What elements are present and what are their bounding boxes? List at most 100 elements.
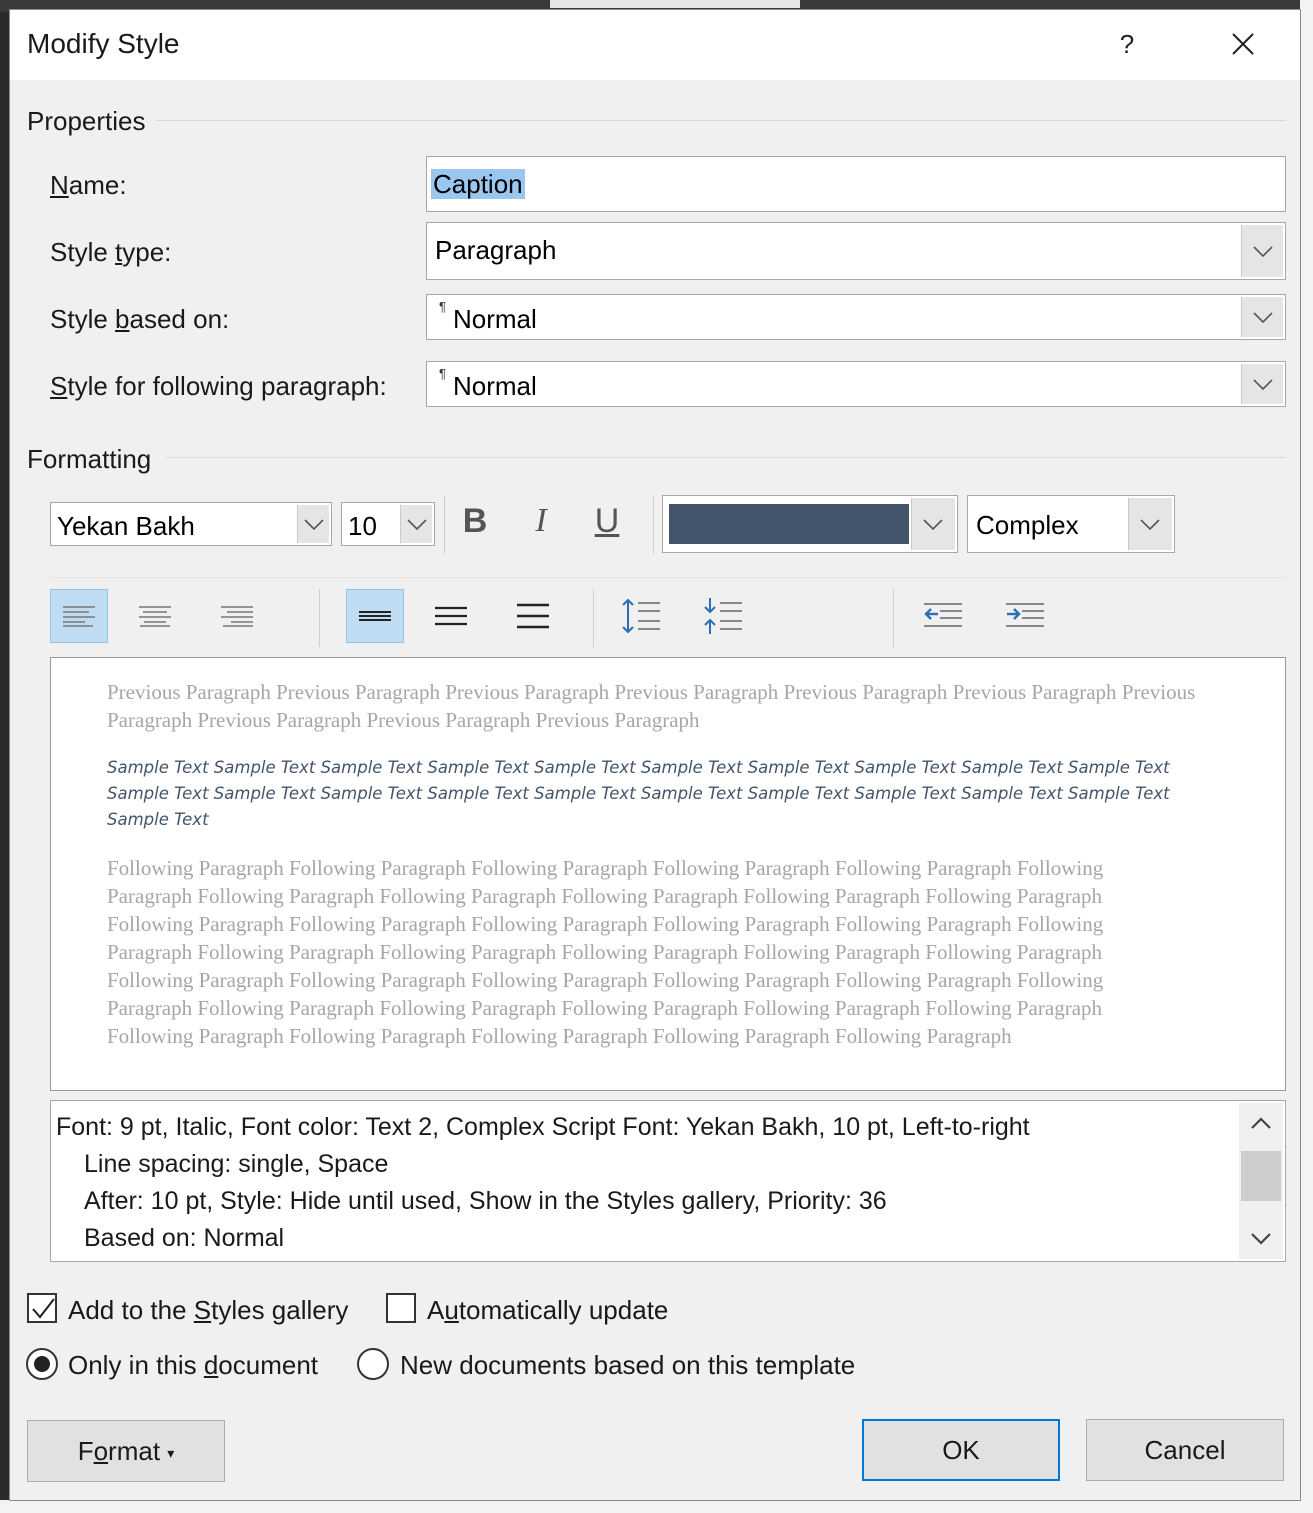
format-menu-button[interactable]: Format ▾ bbox=[27, 1420, 225, 1482]
description-line: Font: 9 pt, Italic, Font color: Text 2, … bbox=[56, 1113, 1030, 1141]
align-right-button[interactable] bbox=[208, 589, 266, 643]
style-preview-pane: Previous Paragraph Previous Paragraph Pr… bbox=[50, 657, 1286, 1091]
close-button[interactable] bbox=[1219, 22, 1267, 66]
style-type-value: Paragraph bbox=[435, 235, 557, 265]
style-based-on-dropdown-button[interactable] bbox=[1241, 297, 1283, 337]
description-line: Line spacing: single, Space bbox=[84, 1150, 389, 1178]
auto-update-checkbox[interactable] bbox=[386, 1293, 416, 1323]
auto-update-label[interactable]: Automatically update bbox=[427, 1295, 668, 1326]
script-dropdown-button[interactable] bbox=[1128, 498, 1172, 550]
formatting-section-label: Formatting bbox=[27, 444, 152, 474]
decrease-indent-button[interactable] bbox=[914, 589, 972, 643]
scroll-thumb[interactable] bbox=[1241, 1151, 1281, 1201]
close-icon bbox=[1232, 33, 1254, 55]
description-line: Based on: Normal bbox=[84, 1224, 285, 1252]
chevron-up-icon bbox=[1251, 1117, 1271, 1129]
description-scrollbar[interactable] bbox=[1239, 1103, 1283, 1259]
align-left-icon bbox=[63, 606, 95, 627]
chevron-down-icon bbox=[304, 519, 324, 530]
increase-indent-icon bbox=[1006, 603, 1044, 627]
title-bar: Modify Style ? bbox=[10, 10, 1300, 80]
new-documents-radio[interactable] bbox=[357, 1348, 389, 1380]
style-type-dropdown-button[interactable] bbox=[1241, 225, 1283, 277]
toolbar-separator bbox=[319, 589, 320, 647]
previous-paragraph-preview: Previous Paragraph Previous Paragraph Pr… bbox=[107, 680, 1196, 732]
only-this-document-label[interactable]: Only in this document bbox=[68, 1350, 318, 1381]
align-left-button[interactable] bbox=[50, 589, 108, 643]
ok-button[interactable]: OK bbox=[862, 1419, 1060, 1481]
font-name-select[interactable]: Yekan Bakh bbox=[50, 502, 332, 546]
font-name-dropdown-button[interactable] bbox=[297, 505, 329, 543]
chevron-down-icon bbox=[1140, 519, 1160, 530]
paragraph-mark-icon: ¶ bbox=[439, 366, 446, 381]
dialog-title: Modify Style bbox=[27, 28, 180, 59]
scroll-down-button[interactable] bbox=[1239, 1219, 1283, 1259]
scroll-up-button[interactable] bbox=[1239, 1103, 1283, 1143]
toolbar-separator bbox=[653, 496, 654, 554]
double-spacing-icon bbox=[517, 603, 549, 629]
toolbar-separator bbox=[444, 496, 445, 554]
radio-selected-dot bbox=[34, 1356, 50, 1372]
style-based-on-label: Style based on: bbox=[50, 304, 230, 334]
style-based-on-value: Normal bbox=[453, 304, 537, 334]
align-center-button[interactable] bbox=[126, 589, 184, 643]
align-center-icon bbox=[139, 606, 171, 627]
align-right-icon bbox=[221, 606, 253, 627]
modify-style-dialog: Modify Style ? Properties Name: Caption … bbox=[9, 9, 1301, 1501]
name-input-value: Caption bbox=[431, 169, 525, 199]
following-paragraph-dropdown-button[interactable] bbox=[1241, 364, 1283, 404]
name-input[interactable]: Caption bbox=[426, 156, 1286, 212]
single-spacing-button[interactable] bbox=[346, 589, 404, 643]
following-paragraph-preview: Following Paragraph Following Paragraph … bbox=[107, 856, 1104, 1048]
chevron-down-icon bbox=[1253, 379, 1273, 390]
toolbar-separator bbox=[893, 589, 894, 647]
only-this-document-radio[interactable] bbox=[26, 1348, 58, 1380]
paragraph-mark-icon: ¶ bbox=[439, 299, 446, 314]
chevron-down-icon bbox=[923, 519, 943, 530]
bold-button[interactable]: B bbox=[450, 494, 500, 548]
following-paragraph-label: Style for following paragraph: bbox=[50, 371, 387, 401]
space-after-button[interactable] bbox=[693, 589, 751, 643]
style-description-box: Font: 9 pt, Italic, Font color: Text 2, … bbox=[50, 1100, 1286, 1262]
one-half-spacing-button[interactable] bbox=[422, 589, 480, 643]
toolbar-divider bbox=[50, 577, 1286, 578]
description-line: After: 10 pt, Style: Hide until used, Sh… bbox=[84, 1187, 887, 1215]
underline-button[interactable]: U bbox=[582, 494, 632, 548]
host-app-document-edge bbox=[1300, 0, 1313, 1513]
cancel-button[interactable]: Cancel bbox=[1086, 1419, 1284, 1481]
chevron-down-icon bbox=[1253, 246, 1273, 257]
font-name-value: Yekan Bakh bbox=[57, 511, 195, 541]
help-button[interactable]: ? bbox=[1105, 22, 1149, 66]
name-label: Name: bbox=[50, 170, 127, 200]
chevron-down-icon bbox=[1253, 312, 1273, 323]
font-size-dropdown-button[interactable] bbox=[400, 505, 432, 543]
font-color-swatch bbox=[669, 504, 909, 544]
style-based-on-select[interactable]: ¶ Normal bbox=[426, 294, 1286, 340]
add-to-gallery-checkbox[interactable] bbox=[27, 1293, 57, 1323]
style-type-label: Style type: bbox=[50, 237, 172, 267]
decrease-indent-icon bbox=[924, 603, 962, 627]
following-paragraph-value: Normal bbox=[453, 371, 537, 401]
properties-divider bbox=[156, 120, 1286, 121]
sample-text-preview: Sample Text Sample Text Sample Text Samp… bbox=[107, 758, 1170, 829]
host-app-document-bottom bbox=[0, 1500, 1313, 1513]
following-paragraph-select[interactable]: ¶ Normal bbox=[426, 361, 1286, 407]
new-documents-label[interactable]: New documents based on this template bbox=[400, 1350, 855, 1381]
double-spacing-button[interactable] bbox=[504, 589, 562, 643]
properties-section-label: Properties bbox=[27, 106, 146, 136]
font-size-select[interactable]: 10 bbox=[341, 502, 435, 546]
script-select[interactable]: Complex bbox=[967, 495, 1175, 553]
space-before-button[interactable] bbox=[611, 589, 669, 643]
formatting-divider bbox=[166, 457, 1286, 458]
caret-down-icon: ▾ bbox=[167, 1445, 175, 1462]
increase-indent-button[interactable] bbox=[996, 589, 1054, 643]
host-app-tab bbox=[550, 0, 800, 8]
add-to-gallery-label[interactable]: Add to the Styles gallery bbox=[68, 1295, 348, 1326]
chevron-down-icon bbox=[1251, 1233, 1271, 1245]
one-half-spacing-icon bbox=[435, 606, 467, 626]
font-color-select[interactable] bbox=[662, 495, 958, 553]
checkmark-icon bbox=[32, 1298, 55, 1319]
style-type-select[interactable]: Paragraph bbox=[426, 222, 1286, 280]
font-color-dropdown-button[interactable] bbox=[911, 498, 955, 550]
italic-button[interactable]: I bbox=[516, 494, 566, 548]
